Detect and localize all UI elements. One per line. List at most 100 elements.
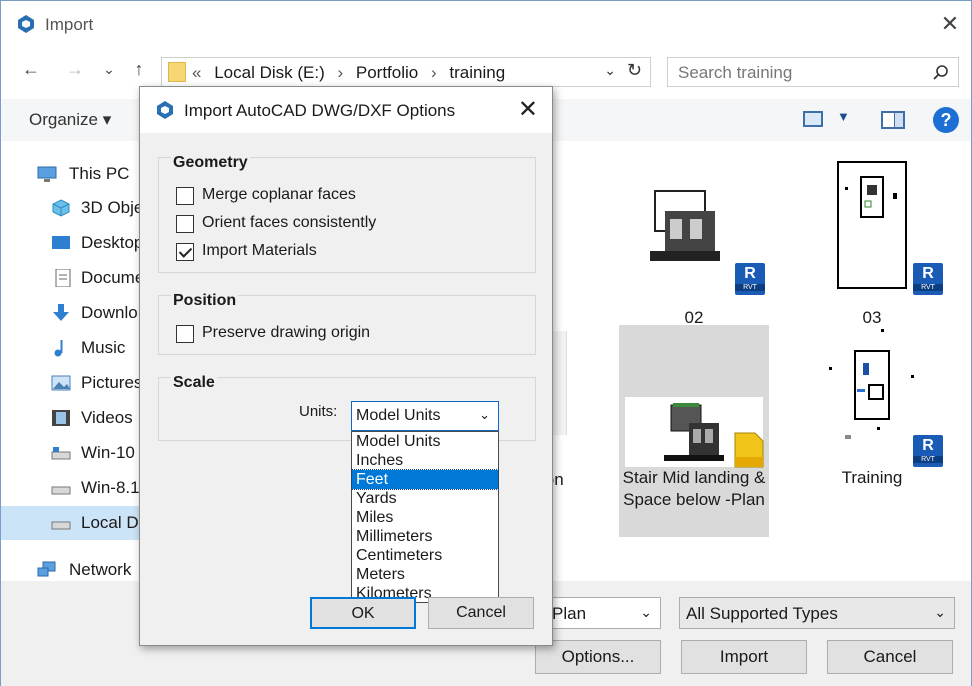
file-name-field[interactable]: Plan ⌄ [545, 597, 661, 629]
address-bar[interactable]: « Local Disk (E:) › Portfolio › training… [161, 57, 651, 87]
sidebar-item-documents[interactable]: Docume [1, 261, 145, 295]
breadcrumb-separator: › [337, 63, 344, 82]
drive-icon [51, 486, 71, 495]
file-name: Stair Mid landing & Space below -Plan [622, 468, 766, 509]
checkbox-label: Import Materials [202, 242, 317, 259]
units-option-miles[interactable]: Miles [352, 508, 498, 527]
cancel-button[interactable]: Cancel [827, 640, 953, 674]
building-thumbnail-icon [650, 190, 720, 261]
revit-file-badge: R RVT [913, 263, 943, 295]
breadcrumb-portfolio[interactable]: Portfolio [356, 63, 418, 82]
sidebar-item-win-10[interactable]: Win-10 [1, 436, 141, 470]
units-option-inches[interactable]: Inches [352, 451, 498, 470]
chevron-down-icon[interactable]: ⌄ [640, 604, 652, 621]
file-item-stair-mid-landing[interactable]: Stair Mid landing & Space below -Plan [619, 325, 769, 537]
search-input[interactable]: Search training [667, 57, 959, 87]
checkbox-box-checked[interactable] [176, 243, 194, 261]
ok-button[interactable]: OK [310, 597, 416, 629]
file-name: Training [841, 468, 903, 487]
view-options-dropdown-icon[interactable]: ▼ [837, 109, 850, 124]
pictures-icon [51, 375, 71, 391]
search-icon [933, 65, 948, 80]
units-dropdown-list: Model Units Inches Feet Yards Miles Mill… [351, 431, 499, 603]
search-placeholder: Search training [678, 63, 793, 82]
sidebar-item-label: Music [81, 338, 126, 357]
desktop-icon [52, 236, 70, 249]
help-icon[interactable]: ? [933, 107, 959, 133]
sidebar-item-local-disk[interactable]: Local Di [1, 506, 143, 540]
file-item-training[interactable]: R RVT Training [797, 325, 947, 537]
options-button[interactable]: Options... [535, 640, 661, 674]
checkbox-label: Preserve drawing origin [202, 324, 371, 341]
preview-pane-icon[interactable] [881, 111, 905, 129]
units-option-model-units[interactable]: Model Units [352, 432, 498, 451]
address-history-chevron-icon[interactable]: ⌄ [604, 62, 616, 79]
breadcrumb-overflow[interactable]: « [192, 63, 209, 82]
units-option-millimeters[interactable]: Millimeters [352, 527, 498, 546]
checkbox-box[interactable] [176, 215, 194, 233]
file-item-02[interactable]: R RVT 02 [619, 161, 769, 351]
chevron-down-icon[interactable]: ⌄ [479, 407, 490, 423]
position-group-title: Position [171, 292, 239, 310]
sidebar-item-downloads[interactable]: Downlo [1, 296, 141, 330]
sidebar-item-label: Network [69, 560, 132, 579]
title-bar: Import ✕ [1, 1, 971, 49]
back-arrow-icon[interactable]: ← [17, 59, 45, 80]
units-option-yards[interactable]: Yards [352, 489, 498, 508]
recent-locations-chevron-icon[interactable]: ⌄ [95, 61, 123, 78]
units-label: Units: [299, 403, 338, 420]
sidebar-item-label: 3D Obje [81, 198, 144, 217]
dwg-file-badge-icon [734, 432, 764, 468]
up-arrow-icon[interactable]: ↑ [125, 59, 153, 80]
building-thumbnail-icon [664, 403, 724, 461]
sidebar-item-win-8-1[interactable]: Win-8.1 [1, 471, 141, 505]
file-type-value: All Supported Types [686, 604, 838, 623]
change-view-icon[interactable] [803, 111, 823, 127]
units-option-centimeters[interactable]: Centimeters [352, 546, 498, 565]
forward-arrow-icon[interactable]: → [61, 59, 89, 80]
units-option-feet[interactable]: Feet [351, 469, 499, 490]
sidebar-item-label: This PC [69, 164, 130, 183]
chevron-down-icon[interactable]: ⌄ [934, 604, 946, 621]
dialog-title-bar: Import AutoCAD DWG/DXF Options ✕ [140, 87, 552, 133]
checkbox-box[interactable] [176, 187, 194, 205]
refresh-icon[interactable]: ↻ [627, 60, 642, 81]
sidebar-item-pictures[interactable]: Pictures [1, 366, 142, 400]
sidebar-item-3d-objects[interactable]: 3D Obje [1, 191, 144, 225]
download-icon [53, 304, 69, 321]
sidebar-item-label: Win-8.1 [81, 478, 140, 497]
sidebar-item-label: Docume [81, 268, 145, 287]
organize-menu-button[interactable]: Organize ▾ [29, 110, 111, 130]
dialog-cancel-button[interactable]: Cancel [428, 597, 534, 629]
units-option-meters[interactable]: Meters [352, 565, 498, 584]
checkbox-label: Orient faces consistently [202, 214, 377, 231]
units-select[interactable]: Model Units ⌄ [351, 401, 499, 431]
units-selected-value: Model Units [356, 407, 441, 424]
breadcrumb: « Local Disk (E:) › Portfolio › training [192, 63, 505, 83]
file-item-03[interactable]: R RVT 03 [797, 161, 947, 351]
window-close-button[interactable]: ✕ [937, 11, 963, 37]
breadcrumb-training[interactable]: training [449, 63, 505, 82]
file-name-value: Plan [552, 604, 587, 623]
sidebar-item-videos[interactable]: Videos [1, 401, 141, 435]
breadcrumb-separator: › [430, 63, 437, 82]
file-list: RRVT 02 RRVT 03 ion [533, 151, 971, 571]
import-options-dialog: Import AutoCAD DWG/DXF Options ✕ Geometr… [139, 86, 553, 646]
sidebar-item-this-pc[interactable]: This PC [1, 157, 141, 191]
sidebar-item-label: Win-10 [81, 443, 135, 462]
geometry-group-title: Geometry [171, 154, 250, 172]
cube-icon [52, 199, 70, 217]
sidebar-item-desktop[interactable]: Desktop [1, 226, 143, 260]
checkbox-label: Merge coplanar faces [202, 186, 356, 203]
file-type-select[interactable]: All Supported Types ⌄ [679, 597, 955, 629]
sketchup-app-icon [18, 15, 34, 33]
sidebar-item-label: Downlo [81, 303, 138, 322]
drive-icon [51, 521, 71, 530]
checkbox-box[interactable] [176, 325, 194, 343]
sidebar-item-music[interactable]: Music [1, 331, 141, 365]
sidebar-item-label: Local Di [81, 513, 143, 532]
breadcrumb-local-disk[interactable]: Local Disk (E:) [214, 63, 325, 82]
dialog-close-button[interactable]: ✕ [518, 95, 538, 124]
dialog-title: Import AutoCAD DWG/DXF Options [184, 101, 456, 120]
import-button[interactable]: Import [681, 640, 807, 674]
